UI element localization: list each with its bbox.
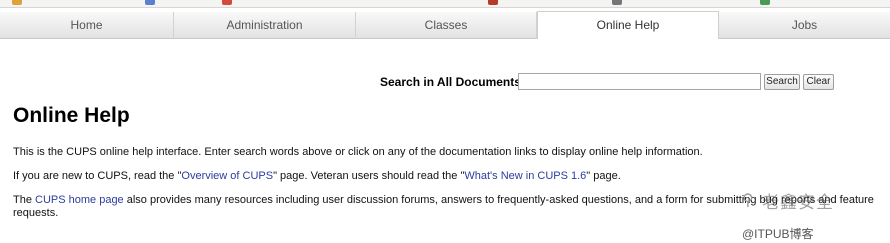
toolbar-icon [12, 0, 22, 5]
tab-home[interactable]: Home [0, 12, 174, 39]
toolbar-icon [612, 0, 622, 5]
tab-online-help[interactable]: Online Help [537, 11, 719, 39]
watermark-line2: @ITPUB博客 [742, 225, 814, 242]
toolbar-icon [222, 0, 232, 5]
clear-button[interactable]: Clear [803, 74, 834, 90]
toolbar-icon [145, 0, 155, 5]
search-button[interactable]: Search [764, 74, 800, 90]
paragraph-text: " page. Veteran users should read the " [273, 170, 465, 182]
search-label: Search in All Documents: [380, 75, 525, 89]
toolbar-icon [760, 0, 770, 5]
browser-top-strip [0, 0, 890, 8]
page-title: Online Help [13, 104, 130, 127]
watermark-line1: 老鑫安全 [762, 193, 834, 212]
paragraph-text: If you are new to CUPS, read the " [13, 170, 182, 182]
paragraph-text: " page. [586, 170, 621, 182]
tab-jobs[interactable]: Jobs [719, 12, 890, 39]
tab-administration[interactable]: Administration [174, 12, 356, 39]
main-tab-bar: Home Administration Classes Online Help … [0, 11, 890, 39]
new-users-paragraph: If you are new to CUPS, read the "Overvi… [13, 170, 873, 183]
watermark: ⚲ 老鑫安全 @ITPUB博客 [742, 188, 882, 243]
cups-home-page-link[interactable]: CUPS home page [35, 194, 124, 206]
wechat-icon: ⚲ [742, 192, 754, 209]
whats-new-link[interactable]: What's New in CUPS 1.6 [464, 170, 586, 182]
search-row: Search in All Documents: Search Clear [0, 73, 890, 93]
search-input[interactable] [518, 73, 761, 90]
tab-classes[interactable]: Classes [356, 12, 537, 39]
intro-paragraph: This is the CUPS online help interface. … [13, 146, 703, 158]
paragraph-text: The [13, 194, 36, 206]
overview-of-cups-link[interactable]: Overview of CUPS [181, 170, 273, 182]
toolbar-icon [488, 0, 498, 5]
